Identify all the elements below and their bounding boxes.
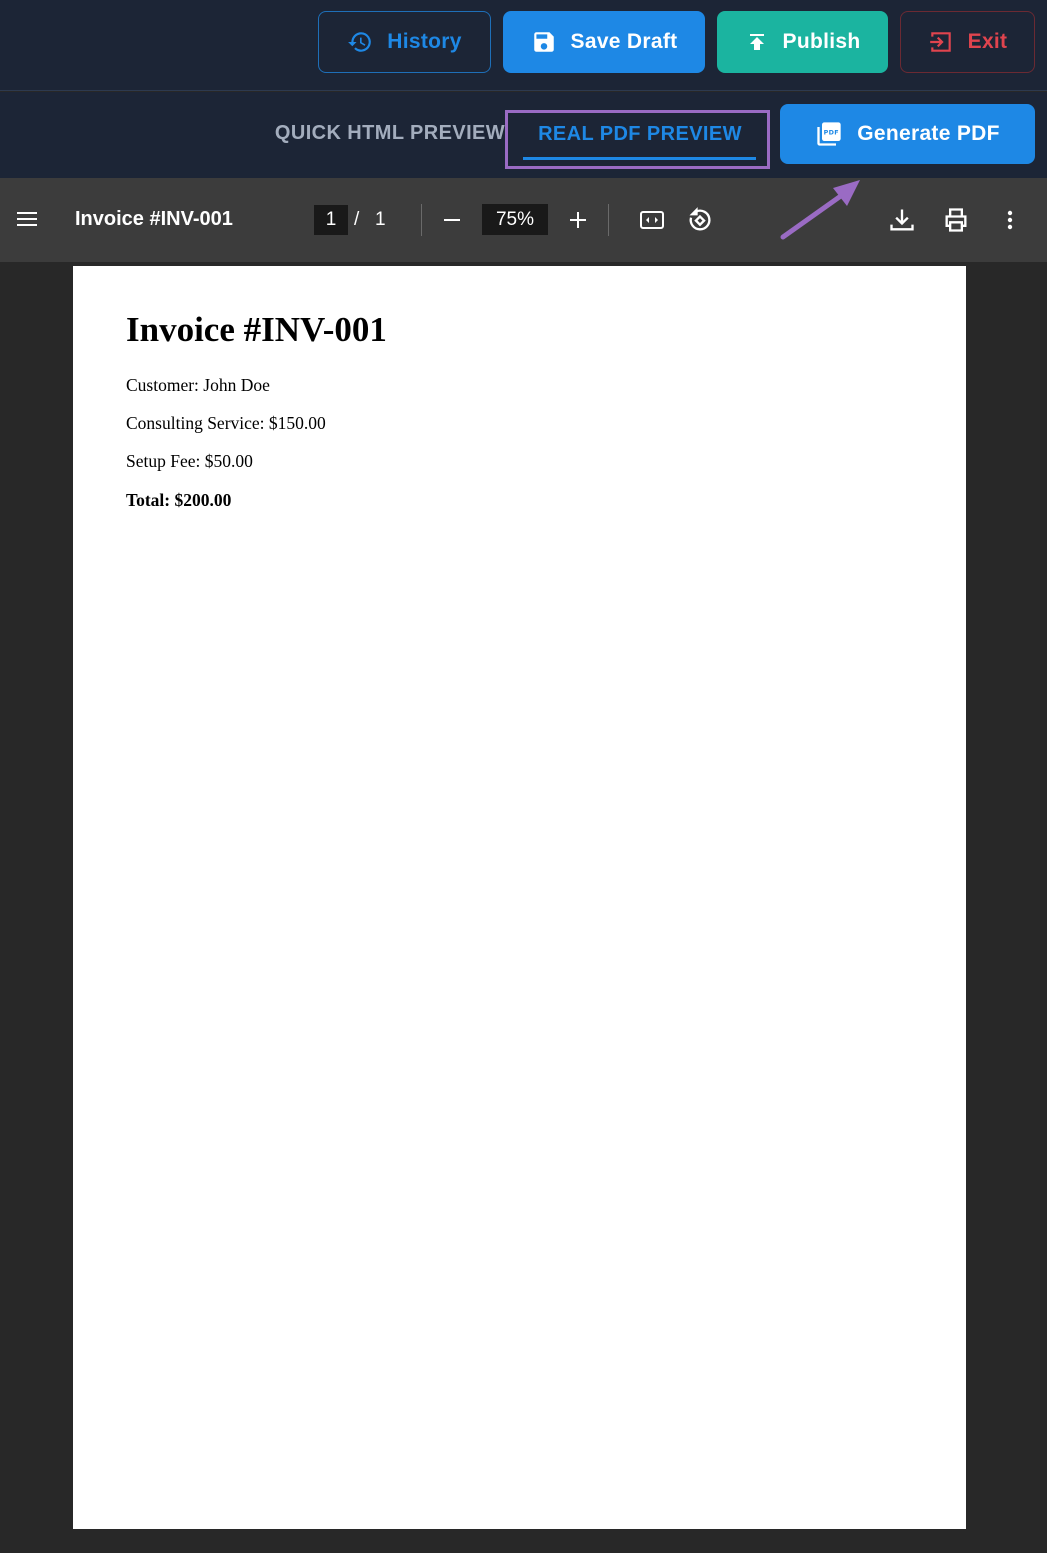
- zoom-in-icon[interactable]: [566, 208, 590, 232]
- document-heading: Invoice #INV-001: [126, 310, 387, 349]
- tab-quick-html-preview[interactable]: QUICK HTML PREVIEW: [270, 122, 510, 152]
- publish-label: Publish: [782, 30, 861, 53]
- print-icon[interactable]: [942, 206, 970, 234]
- fit-page-icon[interactable]: [638, 208, 666, 232]
- customer-line: Customer: John Doe: [126, 375, 270, 395]
- preview-tab-bar: QUICK HTML PREVIEW REAL PDF PREVIEW PDF …: [0, 92, 1047, 178]
- active-tab-indicator: [523, 157, 756, 160]
- history-label: History: [387, 30, 462, 53]
- save-draft-label: Save Draft: [570, 30, 678, 53]
- save-icon: [531, 29, 557, 55]
- svg-text:PDF: PDF: [824, 129, 839, 137]
- download-icon[interactable]: [888, 206, 916, 234]
- more-vertical-icon[interactable]: [998, 206, 1022, 234]
- upload-icon: [745, 30, 769, 54]
- pdf-file-icon: PDF: [815, 120, 843, 148]
- current-page-input[interactable]: 1: [314, 205, 348, 235]
- save-draft-button[interactable]: Save Draft: [503, 11, 705, 73]
- top-action-bar: History Save Draft Publish Exit: [0, 0, 1047, 91]
- line-item-setup-fee: Setup Fee: $50.00: [126, 451, 253, 471]
- page-separator: /: [354, 209, 360, 230]
- hamburger-menu-icon[interactable]: [15, 207, 39, 231]
- total-pages: 1: [375, 209, 386, 230]
- pdf-document-title: Invoice #INV-001: [75, 208, 233, 230]
- zoom-level-input[interactable]: 75%: [482, 204, 548, 235]
- zoom-out-icon[interactable]: [440, 208, 464, 232]
- generate-pdf-label: Generate PDF: [857, 122, 1000, 145]
- invoice-total: Total: $200.00: [126, 490, 232, 510]
- publish-button[interactable]: Publish: [717, 11, 888, 73]
- rotate-icon[interactable]: [686, 206, 714, 234]
- toolbar-divider: [608, 204, 609, 236]
- generate-pdf-button[interactable]: PDF Generate PDF: [780, 104, 1035, 164]
- annotation-arrow-icon: [780, 180, 860, 240]
- exit-icon: [928, 29, 954, 55]
- exit-label: Exit: [967, 30, 1008, 53]
- history-icon: [347, 29, 373, 55]
- history-button[interactable]: History: [318, 11, 491, 73]
- line-item-consulting: Consulting Service: $150.00: [126, 413, 326, 433]
- toolbar-divider: [421, 204, 422, 236]
- annotation-highlight-box: REAL PDF PREVIEW: [505, 110, 770, 169]
- pdf-viewer-toolbar: Invoice #INV-001 1 / 1 75%: [0, 178, 1047, 262]
- exit-button[interactable]: Exit: [900, 11, 1035, 73]
- tab-real-pdf-preview[interactable]: REAL PDF PREVIEW: [522, 123, 758, 153]
- pdf-page: Invoice #INV-001 Customer: John Doe Cons…: [73, 266, 966, 1529]
